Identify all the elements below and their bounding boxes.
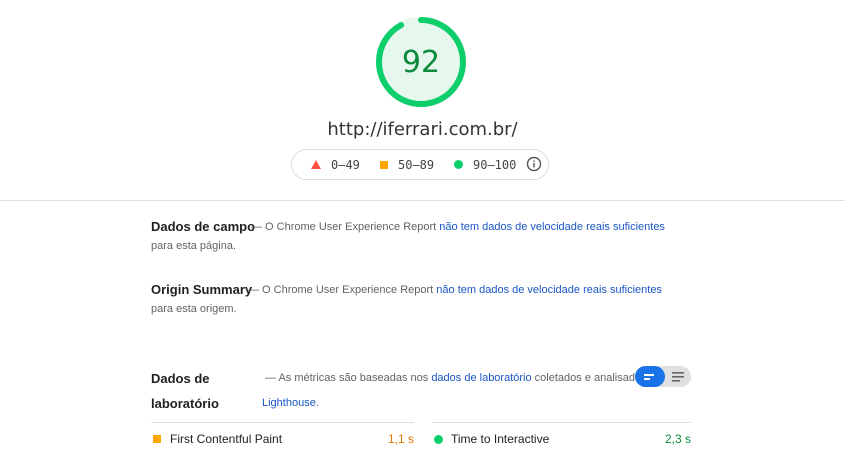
- lab-data-dash-text: — As métricas são baseadas nos: [265, 372, 429, 384]
- triangle-icon: [311, 160, 321, 169]
- legend-bad-label: 0–49: [331, 157, 360, 172]
- circle-icon: [454, 160, 463, 169]
- field-data-dash-text: — O Chrome User Experience Report: [251, 221, 437, 233]
- expanded-view-button[interactable]: [665, 366, 691, 387]
- score-legend: 0–49 50–89 90–100: [291, 149, 549, 180]
- lighthouse-link[interactable]: Lighthouse: [262, 397, 316, 409]
- info-icon[interactable]: [526, 156, 542, 172]
- legend-average-label: 50–89: [398, 157, 435, 172]
- origin-summary-dash-text: — O Chrome User Experience Report: [248, 284, 434, 296]
- origin-summary-text: — O Chrome User Experience Report não te…: [248, 281, 662, 300]
- average-square-icon: [153, 435, 161, 443]
- lab-data-title-line1: Dados de: [151, 371, 210, 386]
- origin-summary-link[interactable]: não tem dados de velocidade reais sufici…: [436, 284, 662, 296]
- performance-score: 92: [401, 44, 441, 80]
- legend-average: 50–89: [380, 150, 434, 179]
- metric-fcp: First Contentful Paint 1,1 s: [151, 422, 414, 453]
- legend-good: 90–100: [454, 150, 516, 179]
- lab-data-title-line2: laboratório: [151, 396, 219, 411]
- metric-fcp-value: 1,1 s: [387, 432, 414, 446]
- section-divider: [0, 200, 845, 201]
- metric-tti-value: 2,3 s: [664, 432, 691, 446]
- compact-list-icon: [644, 373, 654, 380]
- good-circle-icon: [434, 435, 443, 444]
- page-url: http://iferrari.com.br/: [327, 119, 518, 140]
- square-icon: [380, 160, 388, 169]
- origin-summary-tail: para esta origem.: [151, 303, 237, 315]
- field-data-title: Dados de campo: [151, 219, 256, 234]
- field-data-link[interactable]: não tem dados de velocidade reais sufici…: [439, 221, 665, 233]
- legend-bad: 0–49: [311, 150, 360, 179]
- lab-data-end-text: .: [315, 397, 319, 409]
- field-data-text: — O Chrome User Experience Report não te…: [251, 218, 665, 237]
- view-toggle[interactable]: [635, 366, 691, 387]
- legend-good-label: 90–100: [473, 157, 517, 172]
- lab-data-link[interactable]: dados de laboratório: [431, 372, 531, 384]
- metric-tti: Time to Interactive 2,3 s: [432, 422, 691, 453]
- expanded-list-icon: [672, 371, 684, 382]
- lab-data-text-line2: Lighthouse.: [262, 394, 319, 413]
- origin-summary-title: Origin Summary: [151, 282, 253, 297]
- metric-fcp-name: First Contentful Paint: [170, 432, 283, 446]
- metric-tti-name: Time to Interactive: [451, 432, 550, 446]
- field-data-tail: para esta página.: [151, 240, 237, 252]
- compact-view-button[interactable]: [635, 366, 665, 387]
- lab-data-text: — As métricas são baseadas nos dados de …: [265, 369, 647, 388]
- lab-data-mid-text: coletados e analisados: [534, 372, 647, 384]
